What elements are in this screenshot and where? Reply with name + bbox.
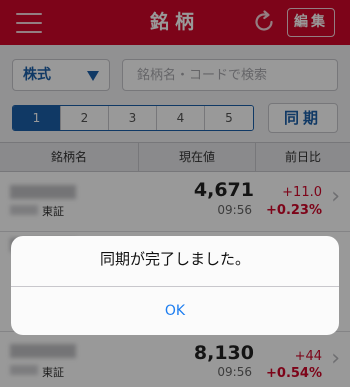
alert-message: 同期が完了しました。	[99, 250, 250, 268]
alert-ok-button[interactable]: OK	[11, 287, 339, 335]
sync-complete-alert: 同期が完了しました。 OK	[11, 236, 339, 335]
